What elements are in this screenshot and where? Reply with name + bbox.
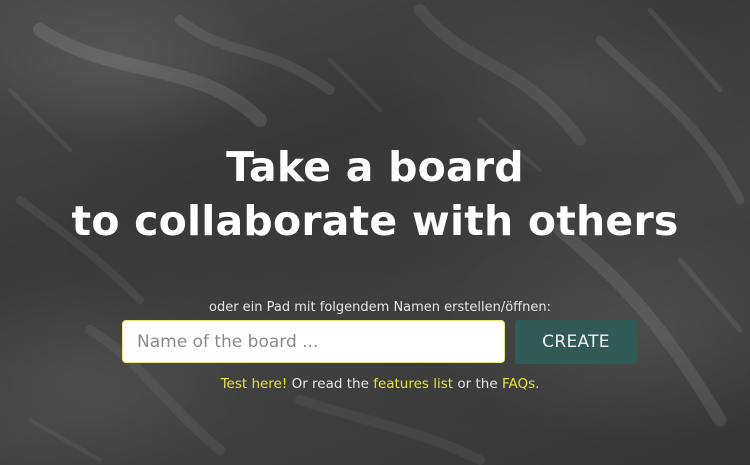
hero-heading: Take a board to collaborate with others bbox=[0, 140, 750, 248]
board-name-input[interactable] bbox=[122, 320, 505, 363]
test-here-link[interactable]: Test here! bbox=[221, 376, 288, 392]
help-links: Test here! Or read the features list or … bbox=[0, 376, 750, 392]
links-text-2: or the bbox=[453, 376, 502, 392]
faqs-link[interactable]: FAQs. bbox=[502, 376, 539, 392]
hero-line-1: Take a board bbox=[226, 143, 524, 191]
create-button[interactable]: CREATE bbox=[515, 320, 637, 364]
form-subtitle: oder ein Pad mit folgendem Namen erstell… bbox=[209, 300, 551, 315]
hero-line-2: to collaborate with others bbox=[71, 197, 679, 245]
links-text-1: Or read the bbox=[287, 376, 374, 392]
features-list-link[interactable]: features list bbox=[373, 376, 453, 392]
create-board-form: CREATE bbox=[122, 320, 637, 365]
